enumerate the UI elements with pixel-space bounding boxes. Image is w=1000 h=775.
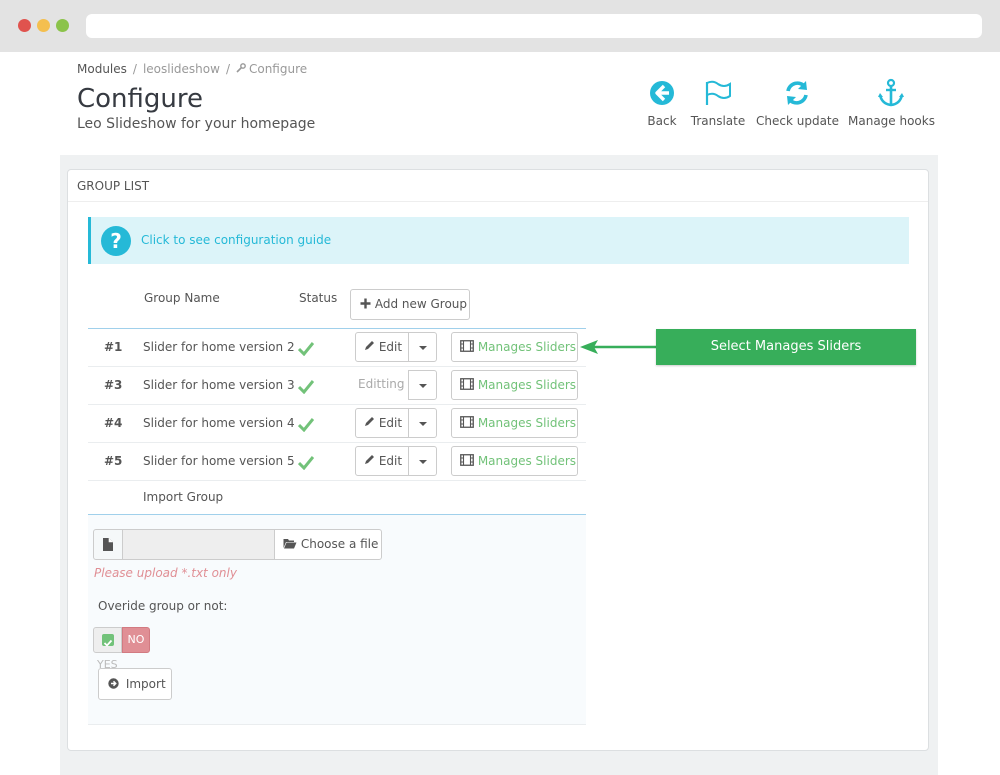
add-new-group-label: Add new Group <box>374 297 468 311</box>
breadcrumb-configure: Configure <box>248 62 308 76</box>
row-name: Slider for home version 3 <box>143 378 295 392</box>
page-subtitle: Leo Slideshow for your homepage <box>77 116 316 132</box>
film-icon <box>460 340 474 354</box>
column-header-group-name: Group Name <box>144 291 220 305</box>
edit-label: Edit <box>378 454 403 468</box>
page-title: Configure <box>77 84 204 114</box>
maximize-window-dot[interactable] <box>56 19 69 32</box>
manages-sliders-button[interactable]: Manages Sliders <box>451 332 578 362</box>
translate-button[interactable]: Translate <box>690 78 746 128</box>
editting-state: Editting <box>350 370 437 400</box>
breadcrumb-separator: / <box>225 62 230 76</box>
row-divider <box>88 404 586 405</box>
callout-label: Select Manages Sliders <box>656 329 916 365</box>
row-id: #3 <box>104 378 123 392</box>
manages-sliders-label: Manages Sliders <box>477 454 577 468</box>
edit-dropdown-toggle[interactable] <box>408 447 436 475</box>
manage-hooks-label: Manage hooks <box>848 114 935 128</box>
row-name: Slider for home version 2 <box>143 340 295 354</box>
configuration-guide-link[interactable]: Click to see configuration guide <box>141 233 331 247</box>
manages-sliders-button[interactable]: Manages Sliders <box>451 370 578 400</box>
info-alert: ? Click to see configuration guide <box>88 217 909 264</box>
manages-sliders-button[interactable]: Manages Sliders <box>451 408 578 438</box>
status-check-icon[interactable] <box>297 455 315 474</box>
pencil-icon <box>364 454 375 468</box>
film-icon <box>460 416 474 430</box>
browser-chrome <box>0 0 1000 52</box>
anchor-icon <box>876 78 906 108</box>
callout-arrow <box>580 340 656 354</box>
editting-label: Editting <box>358 377 405 391</box>
pencil-icon <box>364 340 375 354</box>
edit-button[interactable]: Edit <box>355 408 437 438</box>
manage-hooks-button[interactable]: Manage hooks <box>848 78 935 128</box>
manages-sliders-button[interactable]: Manages Sliders <box>451 446 578 476</box>
minimize-window-dot[interactable] <box>37 19 50 32</box>
choose-file-label: Choose a file <box>300 537 379 551</box>
file-icon <box>93 529 123 560</box>
back-button[interactable]: Back <box>645 78 679 128</box>
toggle-no-option[interactable]: NO <box>122 627 150 653</box>
flag-icon <box>703 78 733 108</box>
row-id: #5 <box>104 454 123 468</box>
edit-button[interactable]: Edit <box>355 332 437 362</box>
question-icon: ? <box>101 226 131 256</box>
film-icon <box>460 378 474 392</box>
wrench-icon <box>236 62 249 76</box>
close-window-dot[interactable] <box>18 19 31 32</box>
check-icon <box>102 634 114 647</box>
row-name: Slider for home version 5 <box>143 454 295 468</box>
edit-dropdown-toggle[interactable] <box>408 370 437 400</box>
add-new-group-button[interactable]: Add new Group <box>350 289 470 320</box>
breadcrumb-modules[interactable]: Modules <box>77 62 127 76</box>
file-upload-group: Choose a file <box>93 529 382 560</box>
upload-hint: Please upload *.txt only <box>94 566 237 580</box>
column-header-status: Status <box>299 291 338 305</box>
breadcrumb-leoslideshow[interactable]: leoslideshow <box>143 62 220 76</box>
film-icon <box>460 454 474 468</box>
edit-button[interactable]: Edit <box>355 446 437 476</box>
refresh-icon <box>782 78 812 108</box>
arrow-right-circle-icon <box>108 677 122 691</box>
row-divider <box>88 366 586 367</box>
row-divider <box>88 480 586 481</box>
breadcrumb-separator: / <box>132 62 137 76</box>
breadcrumb: Modules / leoslideshow / Configure <box>77 62 307 76</box>
arrow-left-circle-icon <box>647 78 677 108</box>
back-label: Back <box>647 114 677 128</box>
status-check-icon[interactable] <box>297 379 315 398</box>
status-check-icon[interactable] <box>297 417 315 436</box>
status-check-icon[interactable] <box>297 341 315 360</box>
override-group-label: Overide group or not: <box>98 599 228 613</box>
check-update-button[interactable]: Check update <box>756 78 840 128</box>
edit-dropdown-toggle[interactable] <box>408 333 436 361</box>
address-bar[interactable] <box>86 14 982 38</box>
pencil-icon <box>364 416 375 430</box>
row-divider <box>88 442 586 443</box>
folder-open-icon <box>283 537 297 551</box>
toggle-yes-option[interactable] <box>93 627 122 653</box>
edit-label: Edit <box>378 416 403 430</box>
manages-sliders-label: Manages Sliders <box>477 340 577 354</box>
translate-label: Translate <box>690 114 746 128</box>
row-name: Slider for home version 4 <box>143 416 295 430</box>
override-toggle[interactable]: NO <box>93 627 150 653</box>
import-group-label: Import Group <box>143 490 224 504</box>
table-header-divider <box>88 328 586 329</box>
manages-sliders-label: Manages Sliders <box>477 378 577 392</box>
panel-heading: Group List <box>68 170 928 202</box>
edit-dropdown-toggle[interactable] <box>408 409 436 437</box>
file-name-input[interactable] <box>122 529 275 560</box>
import-button[interactable]: Import <box>98 668 172 700</box>
manages-sliders-label: Manages Sliders <box>477 416 577 430</box>
check-update-label: Check update <box>756 114 840 128</box>
row-id: #1 <box>104 340 123 354</box>
edit-label: Edit <box>378 340 403 354</box>
choose-file-button[interactable]: Choose a file <box>274 529 382 560</box>
plus-icon <box>360 297 371 311</box>
import-label: Import <box>125 677 166 691</box>
row-id: #4 <box>104 416 123 430</box>
